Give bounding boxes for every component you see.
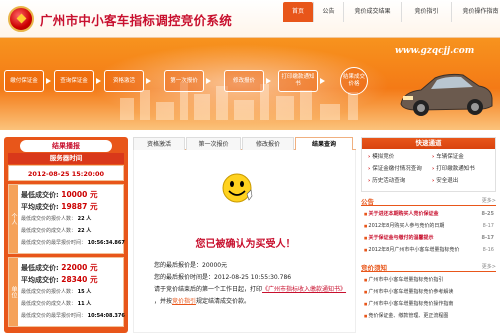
step-check-deposit: 查询保证金 <box>54 70 94 92</box>
result-broadcast-panel: 结果播报 服务器时间 2012-08-25 15:20:00 个人 最低成交价:… <box>4 137 128 333</box>
guide-header: 竞价须知 更多> <box>361 261 496 272</box>
nav-guide[interactable]: 竞价指引 <box>401 2 451 22</box>
payment-notice-link[interactable]: 《广州市指标收入缴款通知书》 <box>262 286 346 293</box>
announcement-more-link[interactable]: 更多> <box>482 197 496 204</box>
quick-link-logout[interactable]: 安全退出 <box>432 176 458 184</box>
quick-link-print-notice[interactable]: 打印缴款通知书 <box>432 164 475 172</box>
quick-link-history[interactable]: 历史活动查询 <box>368 176 405 184</box>
tab-activate[interactable]: 资格激活 <box>133 137 185 150</box>
announcement-item[interactable]: 2012年8月广州市中小客车增量指标竞价8-16 <box>364 246 494 254</box>
quick-link-mock-bid[interactable]: 模拟竞价 <box>368 152 394 160</box>
nav-operation-guide[interactable]: 竞价操作指南 <box>451 2 500 22</box>
announcement-item[interactable]: 关于进还本期购买人竞价保证金8-25 <box>364 210 494 218</box>
notice-line-2: ，并按竞价指引规定结清成交价款。 <box>154 298 251 305</box>
stat-row: 最低成交价的最早报价时间： 10:54:08.376 <box>21 313 125 319</box>
company-results: 单位 最低成交价: 22000 元 平均成交价: 28340 元 最低成交价的报… <box>8 257 125 327</box>
announcement-title: 公告 <box>361 198 374 206</box>
panel-title: 结果播报 <box>20 140 112 152</box>
last-bid-price: 您的最后报价是：20000元 <box>154 262 228 269</box>
nav-home[interactable]: 首页 <box>283 2 313 22</box>
stat-row: 最低成交价的成交人数： 11 人 <box>21 301 92 307</box>
arrow-icon <box>146 78 151 84</box>
category-label: 个人 <box>9 185 18 253</box>
server-time: 2012-08-25 15:20:00 <box>8 165 124 181</box>
step-result: 结果成交价格 <box>340 67 368 95</box>
arrow-icon <box>320 78 325 84</box>
stat-row: 最低成交价的报价人数： 15 人 <box>21 289 92 295</box>
tab-result-query[interactable]: 结果查询 <box>295 137 353 150</box>
arrow-icon <box>46 78 51 84</box>
announcement-item[interactable]: 关于保证金与缴付的温馨提示8-17 <box>364 234 494 242</box>
car-image <box>400 73 493 116</box>
personal-results: 个人 最低成交价: 10000 元 平均成交价: 19887 元 最低成交价的报… <box>8 184 125 254</box>
guide-title: 竞价须知 <box>361 264 387 272</box>
guide-item[interactable]: 广州市中小客车增量指标竞价指引 <box>364 276 494 284</box>
step-pay-deposit: 缴付保证金 <box>4 70 44 92</box>
server-time-label: 服务器时间 <box>8 153 124 164</box>
announcement-header: 公告 更多> <box>361 195 496 206</box>
quick-channel-title: 快速通道 <box>362 138 495 149</box>
top-nav: 首页 公告 竞价成交结果 竞价指引 竞价操作指南 <box>283 2 500 22</box>
bid-guide-link[interactable]: 竞价指引 <box>172 298 196 305</box>
quick-link-deposit-status[interactable]: 保证金缴付情况查询 <box>368 164 422 172</box>
site-title: 广州市中小客车指标调控竞价系统 <box>40 13 233 28</box>
smiley-icon <box>222 173 253 203</box>
average-price: 平均成交价: 19887 元 <box>21 202 98 211</box>
announcement-item[interactable]: 2012年8月购买人参与竞价的日期8-17 <box>364 222 494 230</box>
stat-row: 最低成交价的报价人数： 22 人 <box>21 216 92 222</box>
banner: www.gzqcjj.com 缴付保证金 查询保证金 资格激活 第一次报价 修改… <box>0 38 500 130</box>
step-activate: 资格激活 <box>104 70 144 92</box>
arrow-icon <box>96 78 101 84</box>
tab-first-bid[interactable]: 第一次报价 <box>186 137 241 150</box>
result-content: 您已被确认为买受人！ 您的最后报价是：20000元 您的最后报价时间是：2012… <box>133 150 356 333</box>
guide-item[interactable]: 竞价保证金、缴款管理、更正流程图 <box>364 312 494 320</box>
quick-link-deposit[interactable]: 车辆保证金 <box>432 152 464 160</box>
confirm-message: 您已被确认为买受人！ <box>195 239 296 250</box>
stat-row: 最低成交价的最早报价时间： 10:56:34.867 <box>21 240 125 246</box>
guide-item[interactable]: 广州市中小客车增量指标竞价参考解读 <box>364 288 494 296</box>
site-url: www.gzqcjj.com <box>395 46 475 56</box>
arrow-icon <box>266 78 271 84</box>
step-print-notice: 打印缴款通知书 <box>278 70 318 92</box>
notice-line-1: 请于竞价结束后的第一个工作日起，打印《广州市指标收入缴款通知书》 <box>154 286 347 293</box>
tab-modify-bid[interactable]: 修改报价 <box>242 137 294 150</box>
lowest-price: 最低成交价: 22000 元 <box>21 263 98 272</box>
nav-results[interactable]: 竞价成交结果 <box>343 2 401 22</box>
header: 广州市中小客车指标调控竞价系统 首页 公告 竞价成交结果 竞价指引 竞价操作指南 <box>0 0 500 38</box>
category-label: 单位 <box>9 258 18 326</box>
guide-more-link[interactable]: 更多> <box>482 263 496 270</box>
arrow-icon <box>206 78 211 84</box>
logo <box>8 6 34 32</box>
step-first-bid: 第一次报价 <box>164 70 204 92</box>
last-bid-time: 您的最后报价时间是：2012-08-25 10:55:30.786 <box>154 274 292 281</box>
average-price: 平均成交价: 28340 元 <box>21 275 98 284</box>
quick-channel: 快速通道 模拟竞价 车辆保证金 保证金缴付情况查询 打印缴款通知书 历史活动查询… <box>361 137 496 192</box>
stat-row: 最低成交价的成交人数： 22 人 <box>21 228 92 234</box>
lowest-price: 最低成交价: 10000 元 <box>21 190 98 199</box>
nav-announcement[interactable]: 公告 <box>313 2 343 22</box>
tab-bar: 资格激活 第一次报价 修改报价 结果查询 <box>133 137 356 150</box>
step-modify-bid: 修改报价 <box>224 70 264 92</box>
guide-item[interactable]: 广州市中小客车增量指标竞价操作指南 <box>364 300 494 308</box>
